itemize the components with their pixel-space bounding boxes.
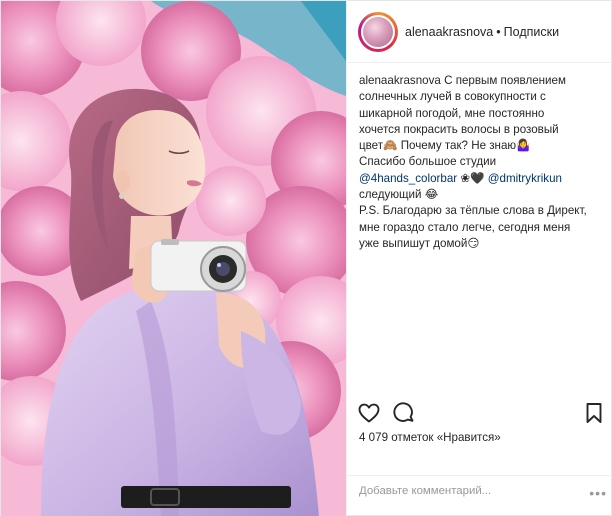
post-header: alenaakrasnova • Подписки [347, 1, 612, 63]
follow-button[interactable]: Подписки [504, 25, 559, 39]
comment-bubble-icon[interactable] [392, 401, 416, 425]
mention-link-dmitrykrikun[interactable]: @dmitrykrikun [488, 172, 562, 185]
caption-line: уже выпишут домой😏 [359, 236, 480, 250]
caption-text: С первым появлением [444, 74, 566, 87]
camera [150, 239, 247, 292]
likes-count[interactable]: 4 079 отметок «Нравится» [359, 431, 501, 444]
caption-line: P.S. Благодарю за тёплые слова в Директ, [359, 204, 587, 218]
more-options-icon[interactable]: ••• [589, 485, 607, 501]
post-details-panel: alenaakrasnova • Подписки alenaakrasnova С… [346, 1, 612, 516]
heart-outline-icon[interactable] [357, 401, 381, 425]
bookmark-icon[interactable] [582, 401, 606, 425]
caption-line: цвет🙈 Почему так? Не знаю🤷‍♀️ [359, 139, 531, 153]
caption-emoji: ❀🖤 [457, 171, 488, 185]
username-link[interactable]: alenaakrasnova [405, 25, 493, 39]
avatar[interactable] [358, 12, 398, 52]
caption-line: alenaakrasnova С первым появлением [359, 73, 604, 89]
instagram-post: alenaakrasnova • Подписки alenaakrasnova С… [0, 0, 612, 516]
post-caption: alenaakrasnova С первым появлением солне… [359, 73, 604, 252]
caption-line: @4hands_colorbar ❀🖤 @dmitrykrikun [359, 171, 604, 187]
header-text: alenaakrasnova • Подписки [405, 25, 559, 39]
photo-illustration [1, 1, 346, 516]
caption-line: хочется покрасить волосы в розовый [359, 122, 559, 136]
comment-input[interactable]: Добавьте комментарий... [359, 485, 594, 497]
avatar-image [363, 17, 393, 47]
caption-line: Спасибо большое студии [359, 155, 497, 169]
caption-line: следующий 😂 [359, 188, 439, 202]
avatar-frame [361, 15, 395, 49]
caption-line: шикарной погодой, мне постоянно [359, 106, 545, 120]
action-bar [347, 397, 612, 431]
separator-dot: • [496, 25, 501, 39]
caption-line: солнечных лучей в совокупности с [359, 90, 546, 104]
caption-line: мне гораздо стало легче, сегодня меня [359, 220, 571, 234]
divider [347, 475, 612, 476]
caption-username-link[interactable]: alenaakrasnova [359, 74, 441, 87]
mention-link-4hands[interactable]: @4hands_colorbar [359, 172, 457, 185]
post-photo[interactable] [1, 1, 346, 516]
